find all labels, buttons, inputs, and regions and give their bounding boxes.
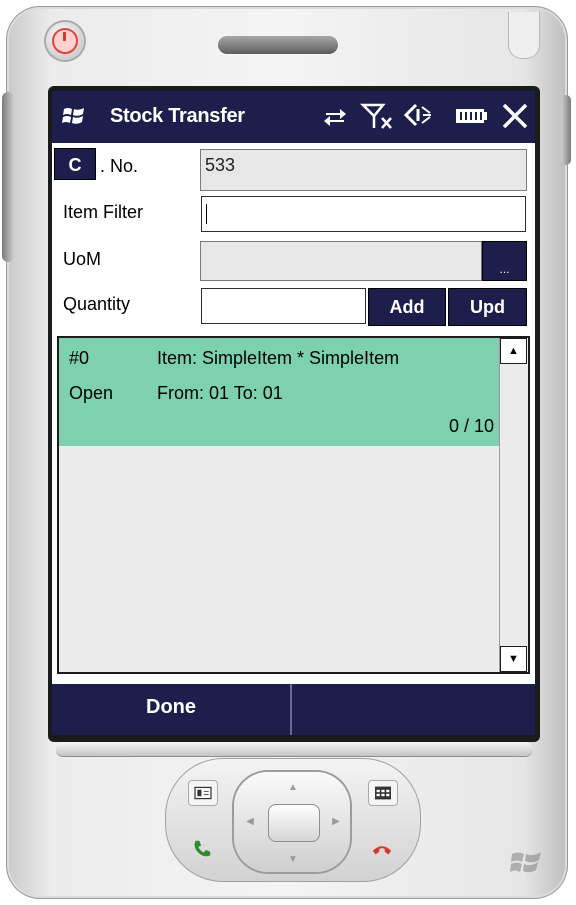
windows-mobile-logo-icon [510, 852, 541, 873]
side-button-left[interactable] [2, 92, 14, 262]
done-softkey[interactable]: Done [52, 684, 292, 735]
call-green-icon[interactable] [188, 838, 216, 864]
calendar-icon[interactable] [368, 780, 398, 806]
side-button-right[interactable] [561, 95, 571, 165]
list-scrollbar[interactable]: ▲ ▼ [499, 338, 528, 672]
item-progress: 0 / 10 [448, 416, 494, 436]
item-status: Open [69, 383, 114, 403]
windows-start-icon[interactable] [62, 105, 86, 127]
end-call-red-icon[interactable] [368, 838, 396, 864]
right-softkey[interactable] [294, 684, 535, 735]
item-index: #0 [69, 348, 90, 368]
dpad-left-icon[interactable]: ◀ [240, 810, 260, 832]
transfer-list[interactable]: #0 Item: SimpleItem * SimpleItem Open Fr… [57, 336, 530, 674]
close-icon[interactable] [500, 101, 530, 131]
dpad-enter-button[interactable] [268, 804, 320, 842]
dpad-down-icon[interactable]: ▼ [281, 848, 305, 866]
connectivity-icon[interactable] [320, 101, 350, 131]
device-screen: Stock Transfer C . No. 533 Item Filter U… [52, 91, 535, 735]
list-item[interactable]: #0 Item: SimpleItem * SimpleItem Open Fr… [59, 338, 500, 446]
scroll-up-icon[interactable]: ▲ [500, 338, 527, 364]
text-cursor [206, 204, 207, 225]
stylus-slot [508, 12, 540, 59]
softkey-bar: Done [52, 684, 535, 735]
uom-label: UoM [63, 249, 102, 269]
power-icon[interactable] [46, 22, 84, 60]
window-title: Stock Transfer [110, 105, 245, 127]
uom-field[interactable] [200, 241, 482, 281]
uom-browse-button[interactable]: ... [482, 241, 527, 281]
dpad-up-icon[interactable]: ▲ [281, 776, 305, 794]
item-name: Item: SimpleItem * SimpleItem [157, 348, 400, 368]
scroll-down-icon[interactable]: ▼ [500, 646, 527, 672]
no-signal-icon[interactable] [360, 101, 394, 131]
contacts-icon[interactable] [188, 780, 218, 806]
battery-icon[interactable] [454, 101, 488, 131]
doc-no-field[interactable]: 533 [200, 149, 527, 191]
quantity-label: Quantity [63, 294, 131, 314]
item-filter-input[interactable] [201, 196, 526, 232]
device-chin [56, 742, 532, 756]
add-button[interactable]: Add [368, 288, 446, 326]
doc-no-label: . No. [100, 156, 139, 176]
dpad-right-icon[interactable]: ▶ [326, 810, 346, 832]
speaker-icon[interactable] [402, 101, 434, 131]
item-from-to: From: 01 To: 01 [157, 383, 283, 403]
upd-button[interactable]: Upd [448, 288, 527, 326]
quantity-input[interactable] [201, 288, 366, 324]
earpiece-speaker [218, 36, 338, 54]
item-filter-label: Item Filter [63, 202, 144, 222]
title-bar: Stock Transfer [52, 91, 535, 143]
c-button[interactable]: C [54, 148, 96, 180]
